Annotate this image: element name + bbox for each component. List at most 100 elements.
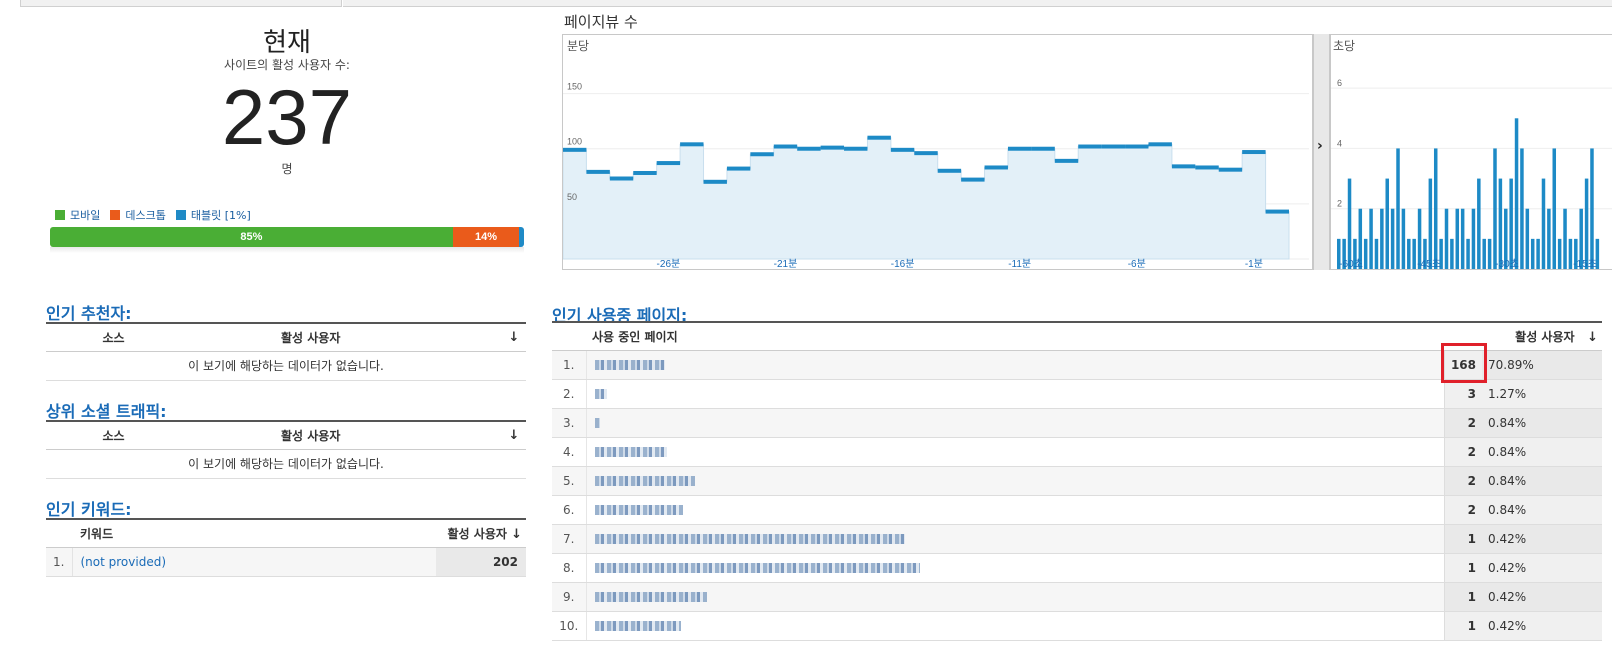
second-bar	[1455, 208, 1460, 269]
chart-expand-handle[interactable]: ›	[1313, 34, 1330, 270]
minute-bar	[586, 169, 610, 174]
legend-label: 데스크톱	[125, 209, 166, 222]
page-cell	[586, 582, 1444, 612]
col-source[interactable]: 소스	[46, 323, 181, 352]
top-toolbar	[0, 0, 1612, 8]
col-keyword[interactable]: 키워드	[46, 519, 436, 548]
second-bar	[1568, 238, 1573, 269]
page-link[interactable]	[594, 563, 920, 573]
col-active-users[interactable]: 활성 사용자 ↓	[436, 519, 526, 548]
minute-bar	[563, 147, 587, 152]
page-link[interactable]	[594, 592, 707, 602]
referrers-table: 소스 활성 사용자 ↓ 이 보기에 해당하는 데이터가 없습니다.	[46, 322, 526, 381]
legend-label: 모바일	[70, 209, 101, 222]
active-percent: 1.27%	[1482, 379, 1602, 409]
page-cell	[586, 611, 1444, 641]
col-page[interactable]: 사용 중인 페이지	[552, 322, 1444, 351]
active-percent: 0.84%	[1482, 437, 1602, 467]
second-bar	[1363, 238, 1368, 269]
referrers-heading: 인기 추천자:	[46, 304, 132, 323]
device-segment: 14%	[452, 227, 520, 247]
second-bar	[1514, 118, 1519, 269]
page-link[interactable]	[594, 447, 667, 457]
col-active-users[interactable]: 활성 사용자	[181, 421, 502, 450]
active-users-unit: 명	[281, 162, 293, 176]
page-cell	[586, 524, 1444, 554]
row-number: 6.	[552, 495, 587, 525]
keyword-link[interactable]: (not provided)	[81, 555, 167, 569]
second-bar	[1557, 238, 1562, 269]
page-link[interactable]	[594, 534, 905, 544]
minute-bar	[680, 142, 704, 147]
second-bar	[1369, 208, 1373, 269]
minute-bar	[1031, 146, 1055, 151]
table-row: 10. 1 0.42%	[552, 611, 1602, 641]
table-row: 4. 2 0.84%	[552, 437, 1602, 467]
active-percent: 0.42%	[1482, 553, 1602, 583]
row-number: 1.	[46, 547, 73, 577]
col-active-label: 활성 사용자	[281, 428, 341, 443]
minute-bar	[1195, 165, 1219, 170]
second-bar	[1401, 208, 1406, 269]
minute-bar	[1078, 144, 1102, 149]
row-number: 7.	[552, 524, 587, 554]
page-cell	[586, 495, 1444, 525]
second-bar	[1498, 178, 1503, 269]
second-bar	[1584, 178, 1589, 269]
sort-control[interactable]: ↓	[502, 421, 526, 450]
active-percent: 0.42%	[1482, 524, 1602, 554]
col-source[interactable]: 소스	[46, 421, 181, 450]
minute-bar	[797, 146, 821, 151]
device-bar-shadow	[50, 247, 524, 253]
sort-control[interactable]: ↓	[502, 323, 526, 352]
table-row: 8. 1 0.42%	[552, 553, 1602, 583]
page-link[interactable]	[594, 621, 681, 631]
highlight-box	[1441, 343, 1487, 383]
device-segment	[519, 227, 524, 247]
row-number: 3.	[552, 408, 587, 438]
legend-mobile: 모바일	[55, 207, 100, 223]
second-bar	[1444, 208, 1449, 269]
pageviews-title: 페이지뷰 수	[564, 13, 638, 31]
second-bar	[1407, 238, 1411, 269]
table-row: 1. (not provided) 202	[46, 547, 526, 577]
second-bar	[1509, 178, 1513, 269]
active-count: 2	[1443, 408, 1482, 438]
minute-bar	[609, 176, 634, 181]
page-cell	[586, 350, 1444, 380]
second-bar	[1433, 148, 1438, 269]
area-fill	[563, 137, 1290, 260]
desktop-swatch	[110, 210, 121, 220]
minute-bar	[937, 168, 962, 173]
minute-bar	[1054, 158, 1079, 163]
x-tick-label: -21분	[774, 258, 798, 269]
page-link[interactable]	[594, 360, 665, 370]
arrow-down-icon: ↓	[508, 329, 520, 345]
legend-tablet: 태블릿 [1%]	[175, 207, 251, 223]
legend-label: 태블릿 [1%]	[190, 209, 251, 222]
page-link[interactable]	[594, 476, 695, 486]
minute-bar	[773, 144, 798, 149]
page-link[interactable]	[594, 418, 600, 428]
second-bar	[1450, 238, 1454, 269]
col-active-users[interactable]: 활성 사용자	[181, 323, 502, 352]
tablet-swatch	[175, 210, 186, 220]
second-bar	[1396, 148, 1400, 269]
page-link[interactable]	[594, 389, 607, 399]
active-count: 1	[1443, 611, 1482, 641]
active-count: 3	[1443, 379, 1482, 409]
page-cell	[586, 466, 1444, 496]
empty-message: 이 보기에 해당하는 데이터가 없습니다.	[46, 351, 526, 381]
active-count: 2	[1443, 495, 1482, 525]
minute-bar	[961, 177, 985, 182]
active-count: 1	[1443, 524, 1482, 554]
minute-bar	[750, 152, 774, 157]
minute-bar	[844, 146, 868, 151]
legend-desktop: 데스크톱	[110, 207, 166, 223]
top-tab[interactable]	[20, 0, 342, 7]
page-link[interactable]	[594, 505, 683, 515]
table-row: 7. 1 0.42%	[552, 524, 1602, 554]
top-strip	[343, 0, 1612, 7]
second-bar	[1390, 208, 1395, 269]
y-tick-label: 100	[567, 137, 582, 147]
